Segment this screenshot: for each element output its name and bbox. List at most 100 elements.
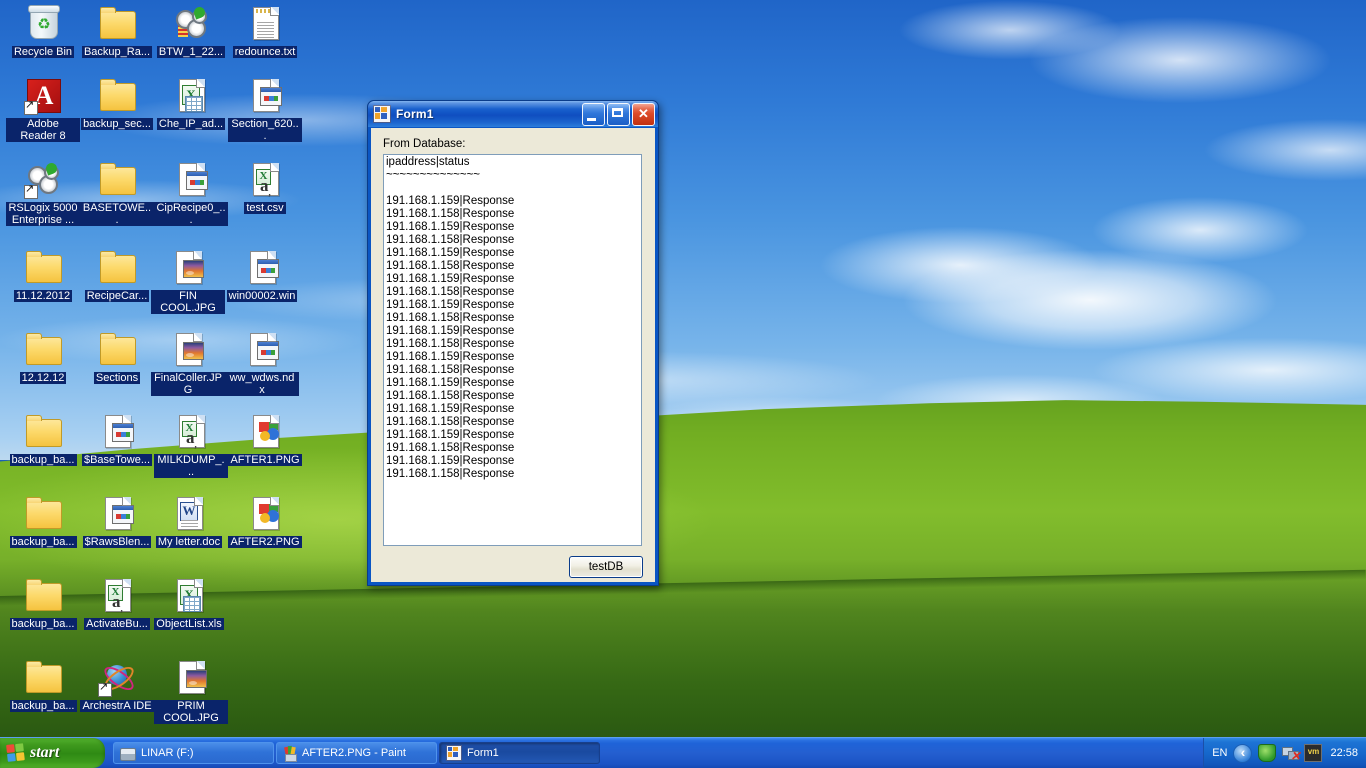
listbox-header-row[interactable]: ipaddress|status (386, 156, 641, 169)
desktop-icon-label: $BaseTowe... (80, 454, 154, 466)
show-hidden-icons-chevron-icon[interactable] (1233, 743, 1253, 763)
listbox-row[interactable]: 191.168.1.159|Response (386, 195, 641, 208)
desktop-icon-label: backup_sec... (80, 118, 154, 130)
desktop-icon-adobe-reader-8[interactable]: Adobe Reader 8 (6, 76, 80, 142)
listbox-row[interactable]: 191.168.1.158|Response (386, 208, 641, 221)
desktop-icon-label: Section_620... (228, 118, 302, 142)
desktop[interactable]: ♻ Recycle Bin Backup_Ra... BTW_1_22... redou… (0, 0, 1366, 768)
desktop-icon-label-text: backup_ba... (9, 536, 77, 548)
vm-tools-icon[interactable]: vm (1304, 744, 1323, 762)
desktop-icon-label-text: backup_ba... (9, 700, 77, 712)
desktop-icon-section-620[interactable]: Section_620... (228, 76, 302, 142)
desktop-icon-btw-1-22[interactable]: BTW_1_22... (154, 4, 228, 58)
listbox-row[interactable]: 191.168.1.158|Response (386, 468, 641, 481)
desktop-icon-objectlist-xls[interactable]: X ObjectList.xls (152, 576, 226, 630)
listbox-row[interactable]: 191.168.1.159|Response (386, 273, 641, 286)
folder-icon (23, 658, 63, 698)
desktop-icon-label: RSLogix 5000 Enterprise ... (6, 202, 80, 226)
listbox-row[interactable]: 191.168.1.159|Response (386, 247, 641, 260)
form1-window[interactable]: Form1 From Database: ipaddress|status~~~… (367, 100, 659, 586)
desktop-icon-backup-ba[interactable]: backup_ba... (6, 494, 80, 548)
desktop-icon-rawsblen[interactable]: $RawsBlen... (80, 494, 154, 548)
desktop-icon-win00002-win[interactable]: win00002.win (225, 248, 299, 302)
desktop-icon-che-ip-ad[interactable]: X Che_IP_ad... (154, 76, 228, 130)
desktop-icon-redounce-txt[interactable]: redounce.txt (228, 4, 302, 58)
listbox-row[interactable]: 191.168.1.159|Response (386, 377, 641, 390)
database-results-listbox[interactable]: ipaddress|status ~~~~~~~~~~~~~~ 191.168.1.… (383, 154, 642, 546)
form1-titlebar[interactable]: Form1 (368, 101, 658, 127)
folder-icon (23, 576, 63, 616)
listbox-row[interactable]: 191.168.1.159|Response (386, 429, 641, 442)
desktop-icon-fin-cool-jpg[interactable]: FIN COOL.JPG (151, 248, 225, 314)
desktop-icon-sections[interactable]: Sections (80, 330, 154, 384)
language-indicator[interactable]: EN (1212, 747, 1227, 759)
gears-icon (171, 4, 211, 44)
desktop-icon-backup-sec[interactable]: backup_sec... (80, 76, 154, 130)
form1-body: From Database: ipaddress|status ~~~~~~~~~… (371, 128, 655, 582)
listbox-row[interactable]: 191.168.1.158|Response (386, 234, 641, 247)
desktop-icon-12-12-12[interactable]: 12.12.12 (6, 330, 80, 384)
desktop-icon-label: $RawsBlen... (80, 536, 154, 548)
listbox-row[interactable]: 191.168.1.158|Response (386, 260, 641, 273)
minimize-button[interactable] (582, 102, 605, 126)
listbox-row[interactable]: 191.168.1.159|Response (386, 351, 641, 364)
listbox-row[interactable]: 191.168.1.158|Response (386, 416, 641, 429)
desktop-icon-ciprecipe0[interactable]: CipRecipe0_... (154, 160, 228, 226)
listbox-row[interactable]: 191.168.1.158|Response (386, 312, 641, 325)
listbox-row[interactable]: 191.168.1.158|Response (386, 442, 641, 455)
listbox-row[interactable]: 191.168.1.158|Response (386, 390, 641, 403)
desktop-icon-label-text: MILKDUMP_... (154, 454, 228, 478)
listbox-row[interactable]: 191.168.1.158|Response (386, 364, 641, 377)
start-button[interactable]: start (0, 738, 105, 768)
desktop-icon-label: win00002.win (225, 290, 299, 302)
desktop-icon-after2-png[interactable]: AFTER2.PNG (228, 494, 302, 548)
desktop-icon-basetowe[interactable]: $BaseTowe... (80, 412, 154, 466)
desktop-icon-ww-wdws-ndx[interactable]: ww_wdws.ndx (225, 330, 299, 396)
listbox-separator-row[interactable]: ~~~~~~~~~~~~~~ (386, 169, 641, 182)
desktop-icon-label-text: Adobe Reader 8 (6, 118, 80, 142)
desktop-icon-test-csv[interactable]: Xa, test.csv (228, 160, 302, 214)
excel-file-icon: X (169, 576, 209, 616)
listbox-blank-row (386, 182, 641, 195)
testdb-button[interactable]: testDB (569, 556, 643, 578)
desktop-icon-label: 11.12.2012 (6, 290, 80, 302)
desktop-icon-recycle-bin[interactable]: ♻ Recycle Bin (6, 4, 80, 58)
taskbar-button-form1[interactable]: Form1 (439, 742, 600, 764)
desktop-icon-prim-cool-jpg[interactable]: PRIM COOL.JPG (154, 658, 228, 724)
desktop-icon-rslogix-5000-enterprise[interactable]: RSLogix 5000 Enterprise ... (6, 160, 80, 226)
clock[interactable]: 22:58 (1330, 747, 1358, 759)
desktop-icon-finalcoller-jpg[interactable]: FinalColler.JPG (151, 330, 225, 396)
desktop-icon-after1-png[interactable]: AFTER1.PNG (228, 412, 302, 466)
listbox-row[interactable]: 191.168.1.159|Response (386, 455, 641, 468)
desktop-icon-backup-ra[interactable]: Backup_Ra... (80, 4, 154, 58)
desktop-icon-11-12-2012[interactable]: 11.12.2012 (6, 248, 80, 302)
taskbar-button-after2-png-paint[interactable]: AFTER2.PNG - Paint (276, 742, 437, 764)
desktop-icon-activatebu[interactable]: Xa, ActivateBu... (80, 576, 154, 630)
desktop-icon-label-text: FinalColler.JPG (151, 372, 225, 396)
listbox-row[interactable]: 191.168.1.159|Response (386, 221, 641, 234)
desktop-icon-label-text: Backup_Ra... (81, 46, 153, 58)
close-button[interactable] (632, 102, 655, 126)
taskbar: start LINAR (F:) AFTER2.PNG - Paint Form1 … (0, 737, 1366, 768)
maximize-button[interactable] (607, 102, 630, 126)
network-disconnected-icon[interactable]: ✕ (1282, 745, 1301, 762)
security-shield-icon[interactable] (1258, 744, 1277, 762)
archestra-shortcut-icon (97, 658, 138, 698)
desktop-icon-backup-ba[interactable]: backup_ba... (6, 412, 80, 466)
desktop-icon-my-letter-doc[interactable]: W My letter.doc (152, 494, 226, 548)
listbox-row[interactable]: 191.168.1.159|Response (386, 299, 641, 312)
listbox-row[interactable]: 191.168.1.159|Response (386, 403, 641, 416)
desktop-icon-milkdump[interactable]: Xa, MILKDUMP_... (154, 412, 228, 478)
desktop-icon-archestra-ide[interactable]: ArchestrA IDE (80, 658, 154, 712)
desktop-icon-recipecar[interactable]: RecipeCar... (80, 248, 154, 302)
desktop-icon-basetowe[interactable]: BASETOWE... (80, 160, 154, 226)
listbox-row[interactable]: 191.168.1.158|Response (386, 286, 641, 299)
listbox-row[interactable]: 191.168.1.159|Response (386, 325, 641, 338)
desktop-icon-backup-ba[interactable]: backup_ba... (6, 576, 80, 630)
desktop-icon-label-text: FIN COOL.JPG (151, 290, 225, 314)
png-file-icon (245, 412, 285, 452)
listbox-row[interactable]: 191.168.1.158|Response (386, 338, 641, 351)
desktop-icon-backup-ba[interactable]: backup_ba... (6, 658, 80, 712)
taskbar-button-linar-f[interactable]: LINAR (F:) (113, 742, 274, 764)
desktop-icon-label-text: backup_ba... (9, 618, 77, 630)
